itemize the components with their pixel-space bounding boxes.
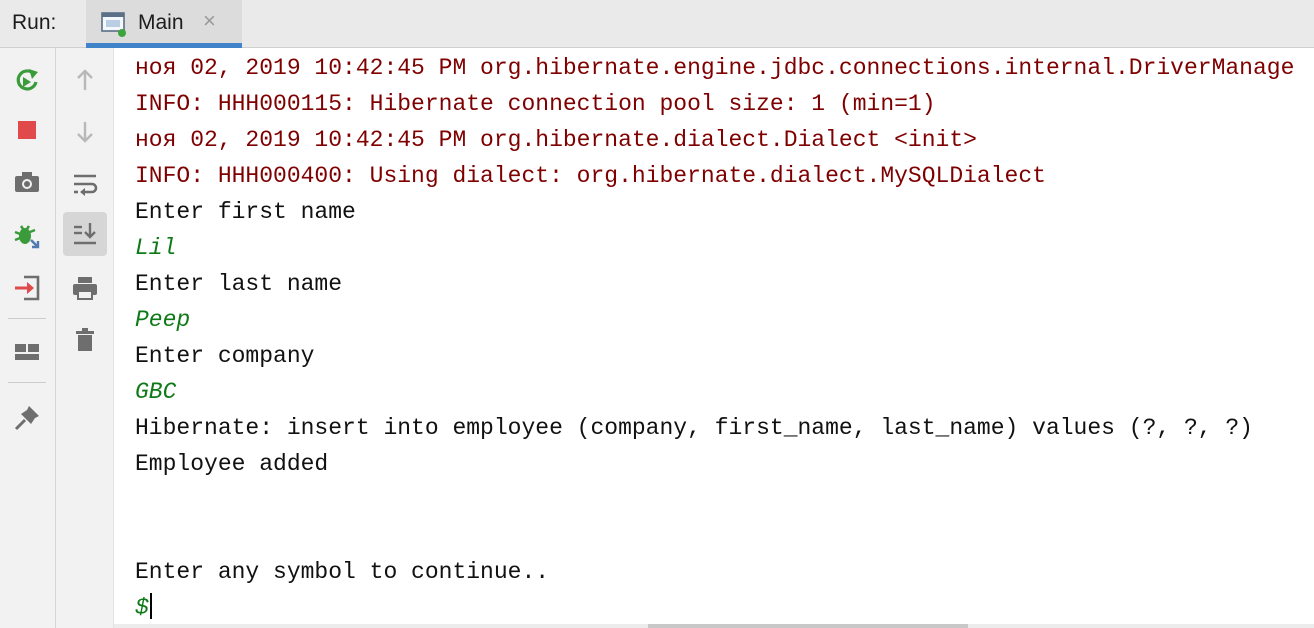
console-actions-toolbar: [56, 48, 114, 628]
tab-main[interactable]: Main ×: [86, 0, 242, 48]
toolbar-separator: [8, 382, 46, 383]
trash-icon: [76, 328, 94, 351]
print-button[interactable]: [63, 266, 107, 310]
console-line: Hibernate: insert into employee (company…: [135, 415, 1253, 441]
horizontal-scrollbar-thumb[interactable]: [648, 624, 968, 628]
pin-icon: [14, 406, 39, 431]
console-line: Employee added: [135, 451, 329, 477]
application-config-icon: [101, 12, 126, 37]
restore-layout-button[interactable]: [5, 330, 49, 374]
close-icon[interactable]: ×: [203, 8, 216, 34]
console-line: Enter any symbol to continue..: [135, 559, 550, 585]
console-line: Enter company: [135, 343, 315, 369]
console-line: ноя 02, 2019 10:42:45 PM org.hibernate.d…: [135, 127, 977, 153]
dump-threads-button[interactable]: [5, 160, 49, 204]
scroll-to-end-icon: [74, 223, 96, 245]
layout-icon: [15, 344, 39, 360]
console-line: INFO: HHH000400: Using dialect: org.hibe…: [135, 163, 1046, 189]
soft-wrap-button[interactable]: [63, 162, 107, 206]
rerun-button[interactable]: [5, 58, 49, 102]
console-prompt: $: [135, 595, 149, 621]
arrow-down-icon: [77, 122, 93, 143]
console-prompt-line[interactable]: $: [135, 590, 152, 624]
pin-tab-button[interactable]: [5, 396, 49, 440]
print-icon: [73, 277, 97, 300]
stop-button[interactable]: [5, 108, 49, 152]
console-input-line: Lil: [135, 235, 177, 261]
next-occurrence-button[interactable]: [63, 110, 107, 154]
console-input-line: GBC: [135, 379, 177, 405]
debug-bug-icon: [14, 225, 40, 249]
rerun-icon: [16, 69, 38, 91]
scroll-to-end-button[interactable]: [63, 212, 107, 256]
console-line: Enter last name: [135, 271, 343, 297]
run-label: Run:: [12, 11, 57, 34]
text-caret: [149, 593, 152, 619]
camera-icon: [15, 172, 39, 192]
debug-button[interactable]: [5, 214, 49, 258]
console-output[interactable]: ноя 02, 2019 10:42:45 PM org.hibernate.e…: [114, 48, 1314, 624]
console-input-line: Peep: [135, 307, 191, 333]
stop-icon: [18, 121, 36, 139]
clear-all-button[interactable]: [63, 318, 107, 362]
console-line: Enter first name: [135, 199, 356, 225]
exit-button[interactable]: [5, 266, 49, 310]
tab-title: Main: [138, 11, 184, 34]
console-line: INFO: HHH000115: Hibernate connection po…: [135, 91, 936, 117]
toolbar-separator: [8, 318, 46, 319]
soft-wrap-icon: [74, 174, 98, 196]
previous-occurrence-button[interactable]: [63, 58, 107, 102]
run-actions-toolbar: [0, 48, 56, 628]
arrow-up-icon: [77, 69, 93, 90]
run-tool-window-header: Run: Main ×: [0, 0, 1314, 48]
exit-icon: [15, 275, 40, 301]
console-line: ноя 02, 2019 10:42:45 PM org.hibernate.e…: [135, 55, 1295, 81]
